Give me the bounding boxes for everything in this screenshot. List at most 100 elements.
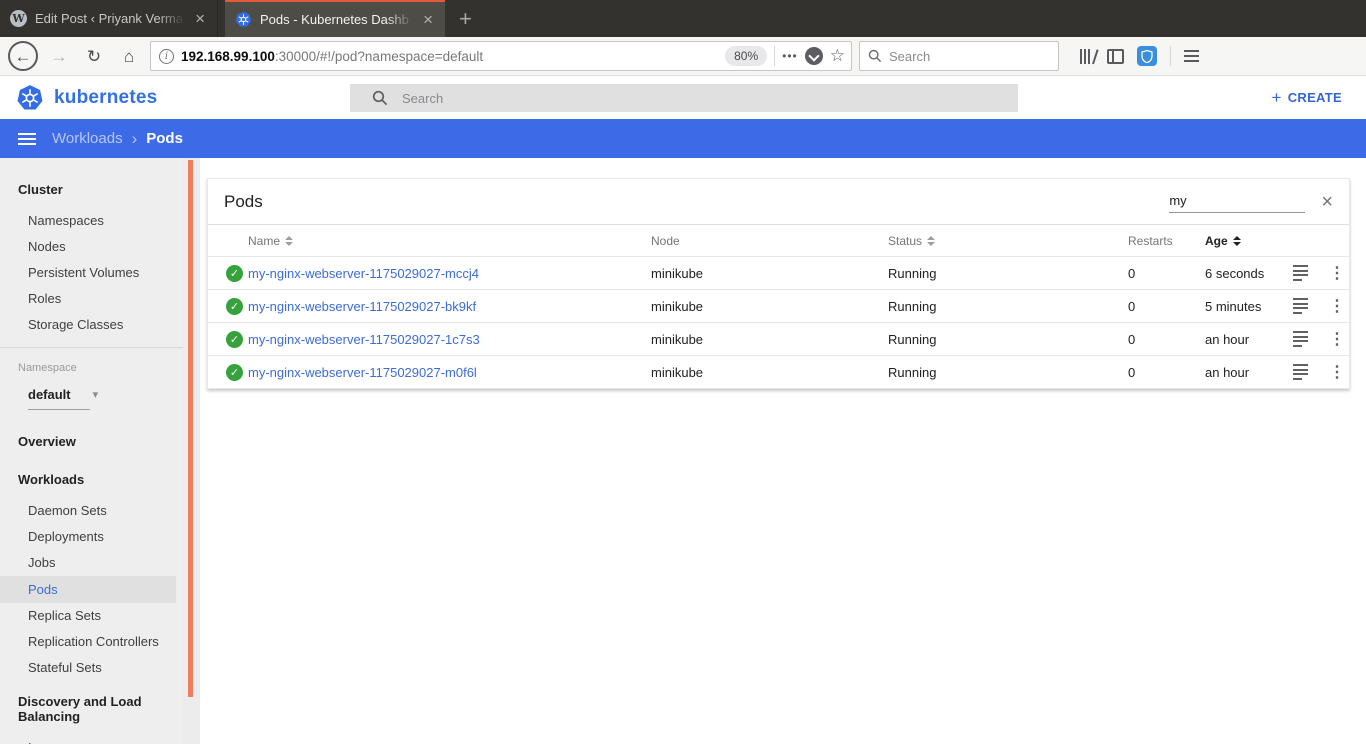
pods-card: Pods × Name Node Status Restarts — [207, 178, 1350, 389]
sidebar-item-deployments[interactable]: Deployments — [0, 530, 183, 543]
sidebar-scrollbar-thumb[interactable] — [188, 160, 193, 697]
logs-icon[interactable] — [1293, 298, 1325, 314]
kebab-menu-icon[interactable]: ⋮ — [1325, 296, 1349, 316]
dashboard-search-bar[interactable] — [350, 84, 1018, 112]
divider — [774, 46, 775, 66]
sidebar-item-stateful-sets[interactable]: Stateful Sets — [0, 661, 183, 674]
browser-toolbar: ← → ↻ ⌂ i 192.168.99.100:30000/#!/pod?na… — [0, 37, 1366, 76]
toolbar-right-icons — [1080, 46, 1199, 66]
dashboard-search-input[interactable] — [402, 91, 902, 106]
column-header-name[interactable]: Name — [248, 234, 651, 248]
breadcrumb-bar: Workloads › Pods — [0, 119, 1366, 158]
sidebar-item-namespaces[interactable]: Namespaces — [0, 214, 183, 227]
plus-icon: + — [1271, 88, 1281, 108]
sidebar-wrapper: Cluster Namespaces Nodes Persistent Volu… — [0, 158, 200, 744]
pod-name-link[interactable]: my-nginx-webserver-1175029027-mccj4 — [248, 266, 651, 281]
sort-icon[interactable] — [285, 236, 293, 246]
sidebar-item-daemon-sets[interactable]: Daemon Sets — [0, 504, 183, 517]
column-header-node[interactable]: Node — [651, 234, 888, 248]
sidebar-item-replication-controllers[interactable]: Replication Controllers — [0, 635, 183, 648]
cell-node: minikube — [651, 299, 888, 314]
bookmark-star-icon[interactable]: ☆ — [830, 46, 845, 66]
kubernetes-brand[interactable]: kubernetes — [16, 84, 157, 112]
refresh-button[interactable]: ↻ — [80, 42, 108, 70]
pod-name-link[interactable]: my-nginx-webserver-1175029027-1c7s3 — [248, 332, 651, 347]
create-button[interactable]: + CREATE — [1271, 88, 1342, 108]
cell-restarts: 0 — [1128, 365, 1205, 380]
cell-status: Running — [888, 365, 1128, 380]
bitwarden-extension-icon[interactable] — [1137, 46, 1157, 66]
divider — [0, 347, 183, 348]
menu-icon[interactable] — [1184, 50, 1199, 62]
close-icon[interactable]: × — [421, 11, 435, 28]
sidebar-item-persistent-volumes[interactable]: Persistent Volumes — [0, 266, 183, 279]
url-bar[interactable]: i 192.168.99.100:30000/#!/pod?namespace=… — [150, 41, 852, 71]
sidebar-header-workloads[interactable]: Workloads — [0, 472, 183, 487]
browser-search-input[interactable] — [889, 49, 1019, 64]
cell-age: 6 seconds — [1205, 266, 1285, 281]
cell-restarts: 0 — [1128, 299, 1205, 314]
cell-age: an hour — [1205, 332, 1285, 347]
logs-icon[interactable] — [1293, 364, 1325, 380]
sidebar-item-pods[interactable]: Pods — [0, 576, 176, 603]
sidebar-item-storage-classes[interactable]: Storage Classes — [0, 318, 183, 331]
kebab-menu-icon[interactable]: ⋮ — [1325, 263, 1349, 283]
table-row: ✓ my-nginx-webserver-1175029027-1c7s3 mi… — [208, 322, 1349, 355]
cell-status: Running — [888, 332, 1128, 347]
pocket-icon[interactable] — [805, 47, 823, 65]
back-button[interactable]: ← — [8, 41, 38, 71]
home-button[interactable]: ⌂ — [115, 42, 143, 70]
namespace-underline — [28, 409, 90, 410]
status-ok-icon: ✓ — [226, 265, 243, 282]
caret-down-icon: ▾ — [93, 388, 99, 401]
sidebar-header-overview[interactable]: Overview — [0, 434, 183, 449]
browser-search-box[interactable] — [859, 41, 1059, 71]
sidebar-toggle-icon[interactable] — [1107, 49, 1124, 64]
namespace-value: default — [28, 387, 71, 402]
column-header-status[interactable]: Status — [888, 234, 1128, 248]
kebab-menu-icon[interactable]: ⋮ — [1325, 329, 1349, 349]
sort-icon-active[interactable] — [1233, 236, 1241, 246]
clear-filter-icon[interactable]: × — [1321, 193, 1333, 211]
sidebar-item-roles[interactable]: Roles — [0, 292, 183, 305]
url-text[interactable]: 192.168.99.100:30000/#!/pod?namespace=de… — [181, 49, 718, 64]
column-header-restarts[interactable]: Restarts — [1128, 234, 1205, 248]
shield-icon — [1141, 50, 1153, 63]
pod-name-link[interactable]: my-nginx-webserver-1175029027-m0f6l — [248, 365, 651, 380]
pod-name-link[interactable]: my-nginx-webserver-1175029027-bk9kf — [248, 299, 651, 314]
table-header-row: Name Node Status Restarts Age — [208, 225, 1349, 256]
sidebar-header-cluster[interactable]: Cluster — [0, 182, 183, 197]
logs-icon[interactable] — [1293, 265, 1325, 281]
wordpress-icon: W — [10, 10, 27, 27]
url-host: 192.168.99.100 — [181, 49, 275, 64]
forward-button[interactable]: → — [45, 42, 73, 70]
table-row: ✓ my-nginx-webserver-1175029027-mccj4 mi… — [208, 256, 1349, 289]
library-icon[interactable] — [1080, 49, 1094, 64]
nav-drawer-toggle-icon[interactable] — [18, 133, 36, 145]
new-tab-button[interactable]: + — [445, 0, 486, 37]
namespace-label: Namespace — [0, 362, 183, 374]
namespace-selector[interactable]: default ▾ — [0, 387, 183, 402]
filter-input[interactable] — [1169, 191, 1305, 213]
site-info-icon[interactable]: i — [159, 49, 174, 64]
column-header-age[interactable]: Age — [1205, 234, 1285, 248]
zoom-level-badge[interactable]: 80% — [725, 46, 767, 66]
kubernetes-icon — [235, 11, 252, 28]
close-icon[interactable]: × — [193, 10, 207, 27]
cell-node: minikube — [651, 332, 888, 347]
sidebar-item-replica-sets[interactable]: Replica Sets — [0, 609, 183, 622]
search-icon — [868, 49, 882, 63]
status-ok-icon: ✓ — [226, 364, 243, 381]
sidebar-item-jobs[interactable]: Jobs — [0, 556, 183, 569]
tab-edit-post[interactable]: W Edit Post ‹ Priyank Verma × — [0, 0, 218, 37]
sidebar-item-nodes[interactable]: Nodes — [0, 240, 183, 253]
page-actions-icon[interactable]: ••• — [782, 49, 798, 63]
breadcrumb-parent[interactable]: Workloads — [52, 130, 123, 147]
kebab-menu-icon[interactable]: ⋮ — [1325, 362, 1349, 382]
sort-icon[interactable] — [927, 236, 935, 246]
sidebar-header-discovery[interactable]: Discovery and Load Balancing — [0, 694, 183, 724]
sidebar-scrollbar-track[interactable] — [183, 158, 200, 744]
tab-kubernetes-dashboard[interactable]: Pods - Kubernetes Dashb × — [225, 0, 445, 37]
breadcrumb-current: Pods — [146, 130, 183, 147]
logs-icon[interactable] — [1293, 331, 1325, 347]
